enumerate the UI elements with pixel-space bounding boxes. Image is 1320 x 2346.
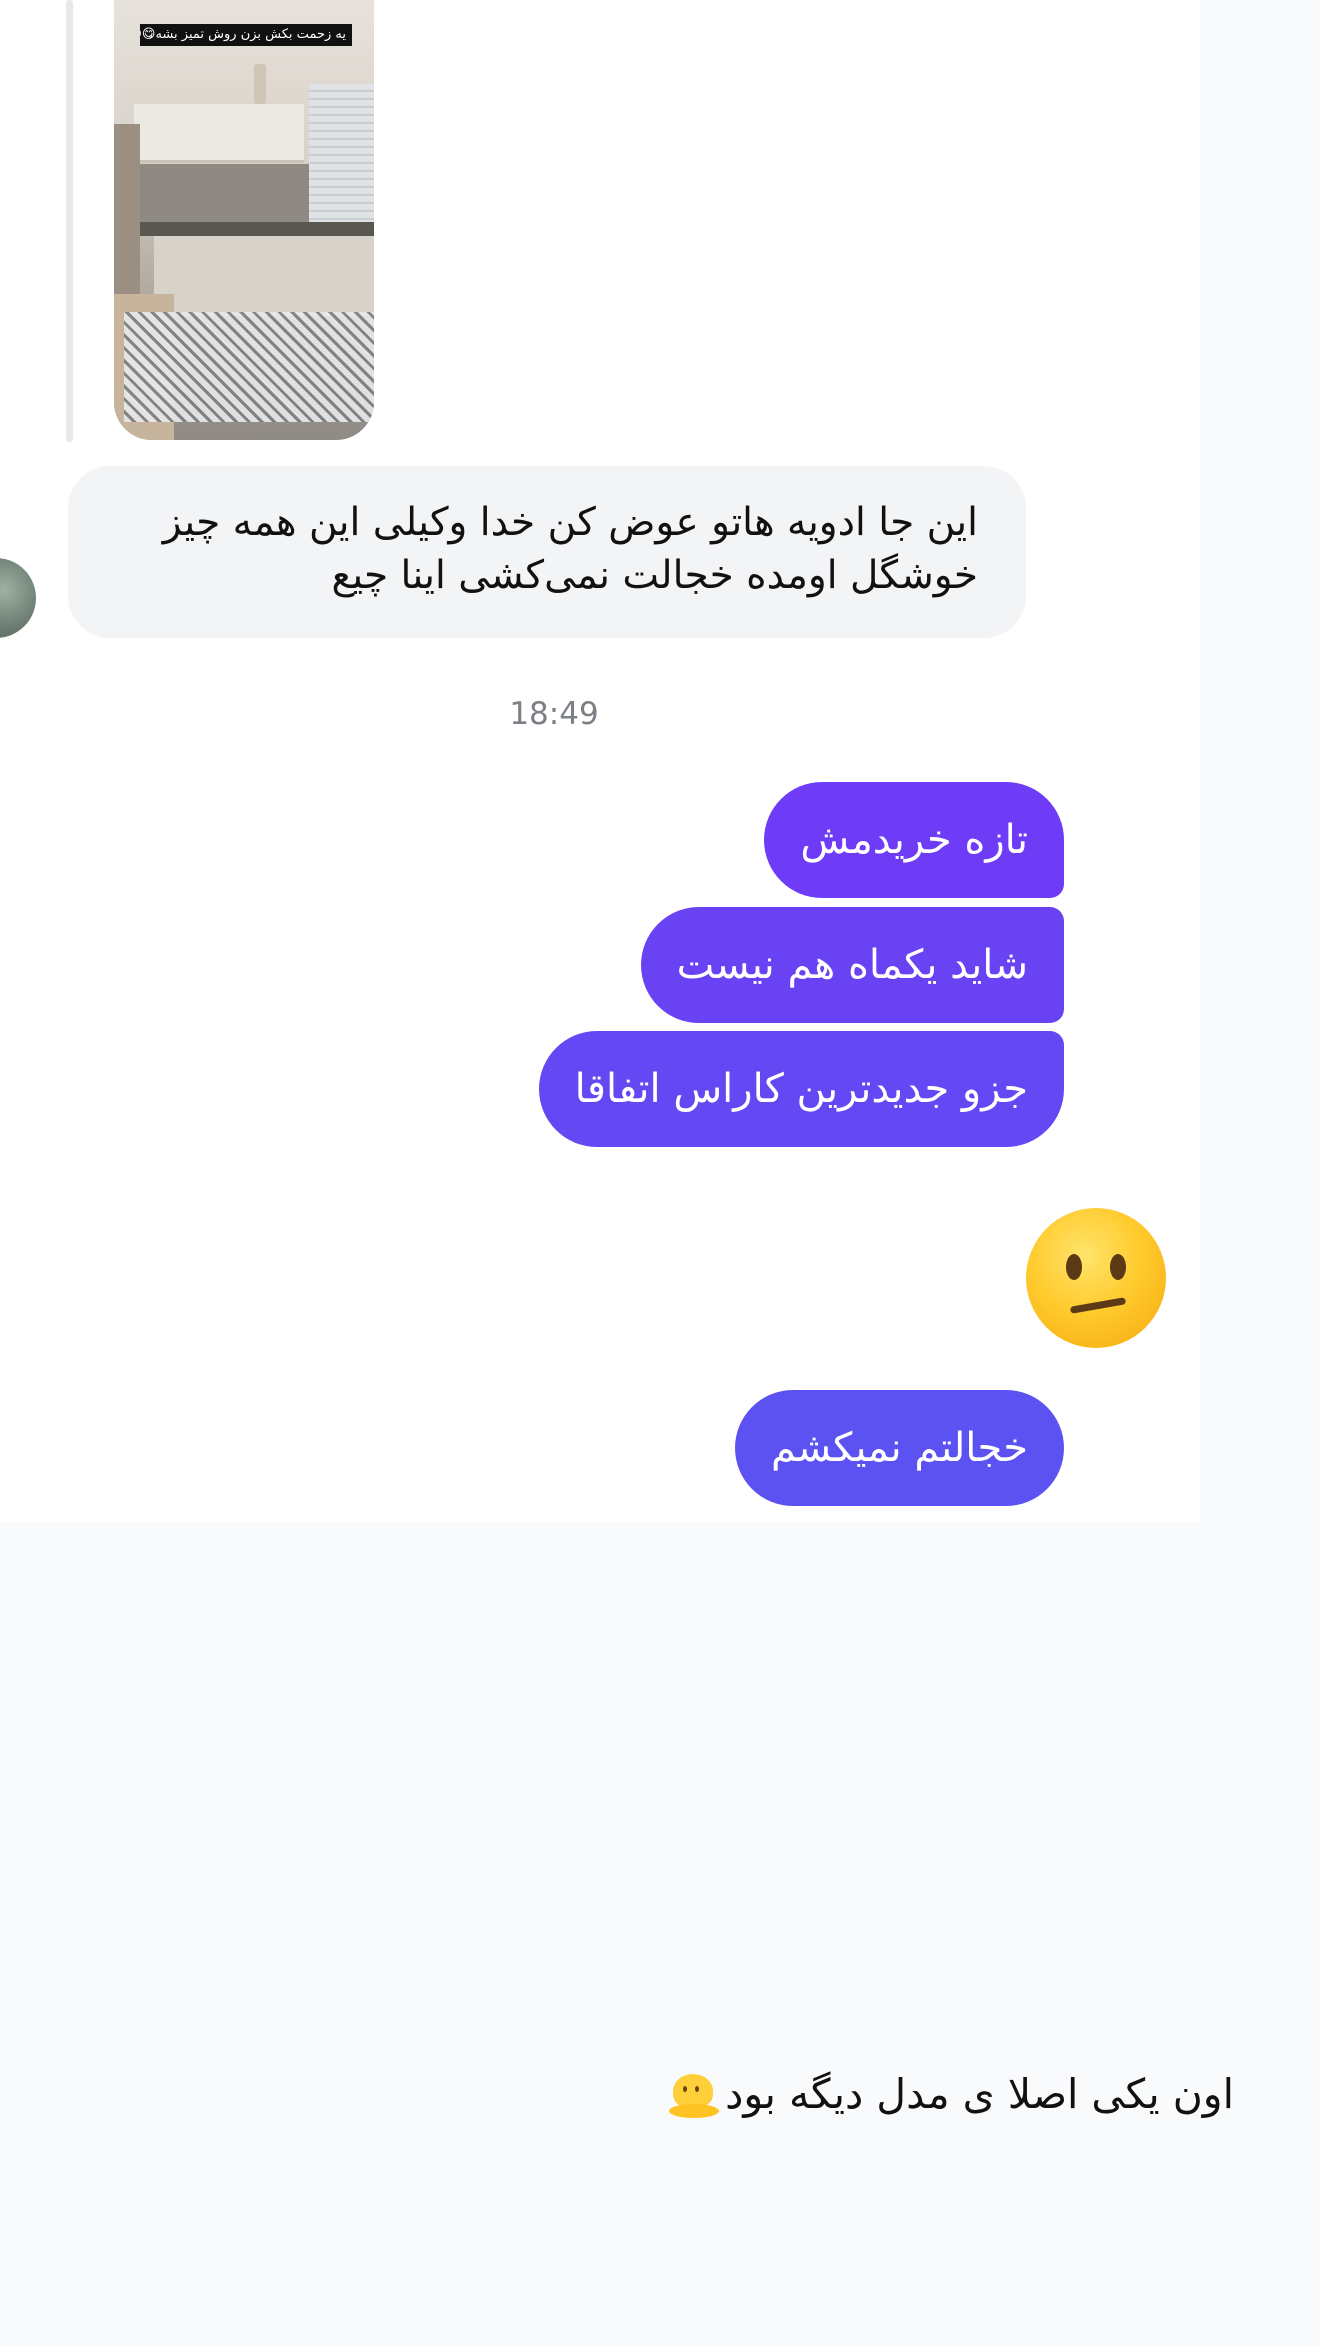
emoji-eye xyxy=(1110,1254,1126,1280)
emoji-eye xyxy=(1066,1254,1082,1280)
incoming-message-line: این جا ادویه هاتو عوض کن خدا وکیلی این ه… xyxy=(162,500,978,545)
emoji-mouth xyxy=(1069,1297,1127,1314)
outgoing-message-bubble[interactable]: تازه خریدمش xyxy=(764,782,1064,898)
caption-text: اون یکی اصلا ی مدل دیگه بود xyxy=(669,2064,1234,2124)
reply-indicator-line xyxy=(66,0,73,442)
patterned-rug xyxy=(124,312,374,422)
confused-face-icon[interactable] xyxy=(1026,1208,1166,1348)
outgoing-message-bubble[interactable]: شاید یکماه هم نیست xyxy=(640,907,1064,1023)
chat-thread: یه زحمت بکش بزن روش تمیز بشه😋😊 این جا اد… xyxy=(0,0,1200,1522)
incoming-message-bubble[interactable]: این جا ادویه هاتو عوض کن خدا وکیلی این ه… xyxy=(68,466,1026,638)
backsplash xyxy=(134,164,309,224)
incoming-message-line: خوشگل اومده خجالت نمی‌کشی اینا چیع xyxy=(331,553,978,598)
story-reply-image[interactable]: یه زحمت بکش بزن روش تمیز بشه😋😊 xyxy=(114,0,374,440)
caption-label: اون یکی اصلا ی مدل دیگه بود xyxy=(725,2070,1234,2118)
message-timestamp: 18:49 xyxy=(509,696,599,732)
upper-cabinets xyxy=(134,104,304,163)
outgoing-message-bubble[interactable]: جزو جدیدترین کاراس اتفاقا xyxy=(538,1031,1064,1147)
ceiling-light xyxy=(254,64,266,104)
lower-cabinets xyxy=(154,236,374,316)
melting-face-icon xyxy=(669,2074,720,2120)
window-blinds xyxy=(309,84,374,234)
story-sticker-text: یه زحمت بکش بزن روش تمیز بشه😋😊 xyxy=(140,24,352,46)
sender-avatar[interactable] xyxy=(0,556,38,640)
countertop xyxy=(134,222,374,236)
outgoing-message-bubble[interactable]: خجالتم نمیکشم xyxy=(734,1390,1064,1506)
